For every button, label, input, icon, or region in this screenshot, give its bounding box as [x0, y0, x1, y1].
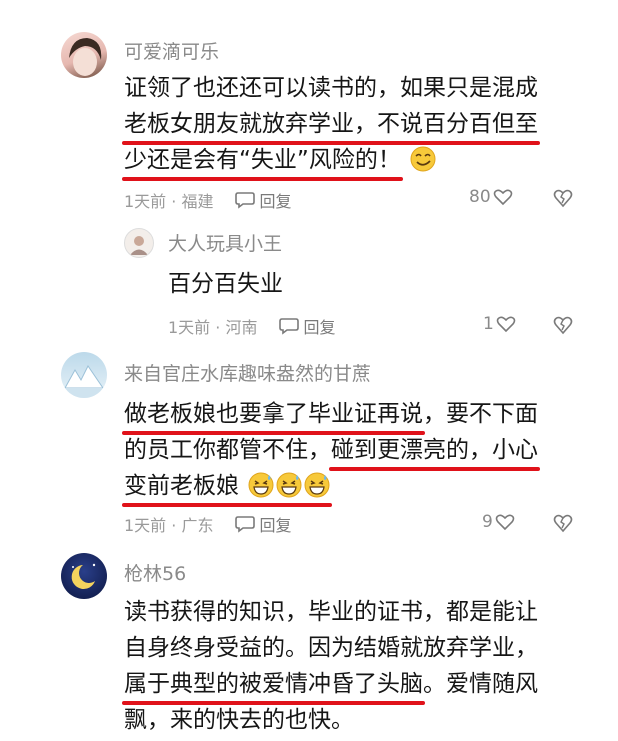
comment-username[interactable]: 枪林56	[124, 559, 186, 586]
comment-line: 属于典型的被爱情冲昏了头脑。爱情随风	[122, 666, 538, 705]
comment-line: 老板女朋友就放弃学业，不说百分百但至	[122, 106, 540, 145]
comment-text: 证领了也还还可以读书的，如果只是混成 老板女朋友就放弃学业，不说百分百但至 少还…	[122, 70, 540, 181]
comment-line: 自身终身受益的。因为结婚就放弃学业，	[124, 635, 538, 661]
reply-label: 回复	[259, 192, 292, 211]
heart-outline-icon	[493, 189, 512, 206]
speech-bubble-icon	[235, 516, 256, 533]
comment-line: 证领了也还还可以读书的，如果只是混成	[124, 75, 538, 101]
comment-text: 做老板娘也要拿了毕业证再说，要不下面 的员工你都管不住，碰到更漂亮的，小心 变前…	[121, 396, 540, 507]
comment-line: 读书获得的知识，毕业的证书，都是能让	[124, 599, 538, 625]
grin-sweat-emoji-icon	[276, 472, 302, 498]
reply-button[interactable]: 回复	[279, 314, 335, 338]
smirk-emoji-icon	[410, 146, 436, 172]
heart-outline-icon	[496, 316, 516, 333]
comment-username[interactable]: 来自官庄水库趣味盎然的甘蔗	[124, 359, 371, 386]
reply-button[interactable]: 回复	[235, 188, 291, 212]
like-count: 80	[469, 187, 491, 207]
speech-bubble-icon	[279, 318, 300, 335]
comment-meta: 1天前 · 广东 回复	[124, 512, 291, 536]
like-count: 1	[483, 314, 494, 334]
comment-line: 变前老板娘	[121, 468, 538, 507]
comment-line: 少还是会有“失业”风险的！	[122, 142, 538, 181]
broken-heart-icon[interactable]	[552, 513, 574, 533]
comment-line: 飘，来的快去的也快。	[124, 707, 354, 733]
avatar-photo-icon	[61, 365, 107, 398]
reply-avatar[interactable]	[124, 228, 154, 258]
comment-line: 做老板娘也要拿了毕业证再说，要不下面	[122, 396, 538, 435]
red-underline-highlight: 变前老板娘	[121, 468, 333, 507]
reply-button[interactable]: 回复	[235, 512, 291, 536]
avatar[interactable]	[61, 352, 107, 398]
broken-heart-icon[interactable]	[552, 188, 574, 208]
comment-meta: 1天前 · 福建 回复	[124, 188, 291, 212]
reply-username[interactable]: 大人玩具小王	[168, 229, 282, 256]
reply-label: 回复	[303, 318, 336, 337]
like-count: 9	[482, 512, 493, 532]
red-underline-highlight: 碰到更漂亮的，小心	[329, 432, 540, 471]
reply-time-location: 1天前 · 河南	[168, 318, 258, 337]
comment-line: 的员工你都管不住，碰到更漂亮的，小心	[124, 432, 540, 471]
grin-sweat-emoji-icon	[304, 472, 330, 498]
like-button[interactable]: 80	[469, 187, 513, 207]
comment-time-location: 1天前 · 福建	[124, 192, 214, 211]
moon-avatar-icon	[71, 563, 96, 589]
speech-bubble-icon	[235, 192, 256, 209]
red-underline-highlight: 属于典型的被爱情冲昏了头脑	[122, 666, 425, 705]
comment-time-location: 1天前 · 广东	[124, 516, 214, 535]
avatar-photo-icon	[69, 38, 102, 76]
reply-label: 回复	[259, 516, 292, 535]
avatar[interactable]	[61, 553, 107, 599]
avatar-photo-icon	[130, 236, 148, 255]
grin-sweat-emoji-icon	[248, 472, 274, 498]
heart-outline-icon	[495, 514, 515, 531]
reply-meta: 1天前 · 河南 回复	[168, 314, 335, 338]
avatar[interactable]	[61, 32, 107, 78]
broken-heart-icon[interactable]	[552, 315, 574, 335]
comment-username[interactable]: 可爱滴可乐	[124, 37, 219, 64]
reply-text: 百分百失业	[168, 271, 283, 297]
red-underline-highlight: 做老板娘也要拿了毕业证再说	[122, 396, 425, 435]
red-underline-highlight: 老板女朋友就放弃学业，不说百分百但至	[122, 106, 540, 145]
like-button[interactable]: 1	[483, 314, 516, 334]
like-button[interactable]: 9	[482, 512, 515, 532]
red-underline-highlight: 少还是会有“失业”风险的！	[122, 142, 403, 181]
comment-text: 读书获得的知识，毕业的证书，都是能让 自身终身受益的。因为结婚就放弃学业， 属于…	[122, 594, 538, 738]
